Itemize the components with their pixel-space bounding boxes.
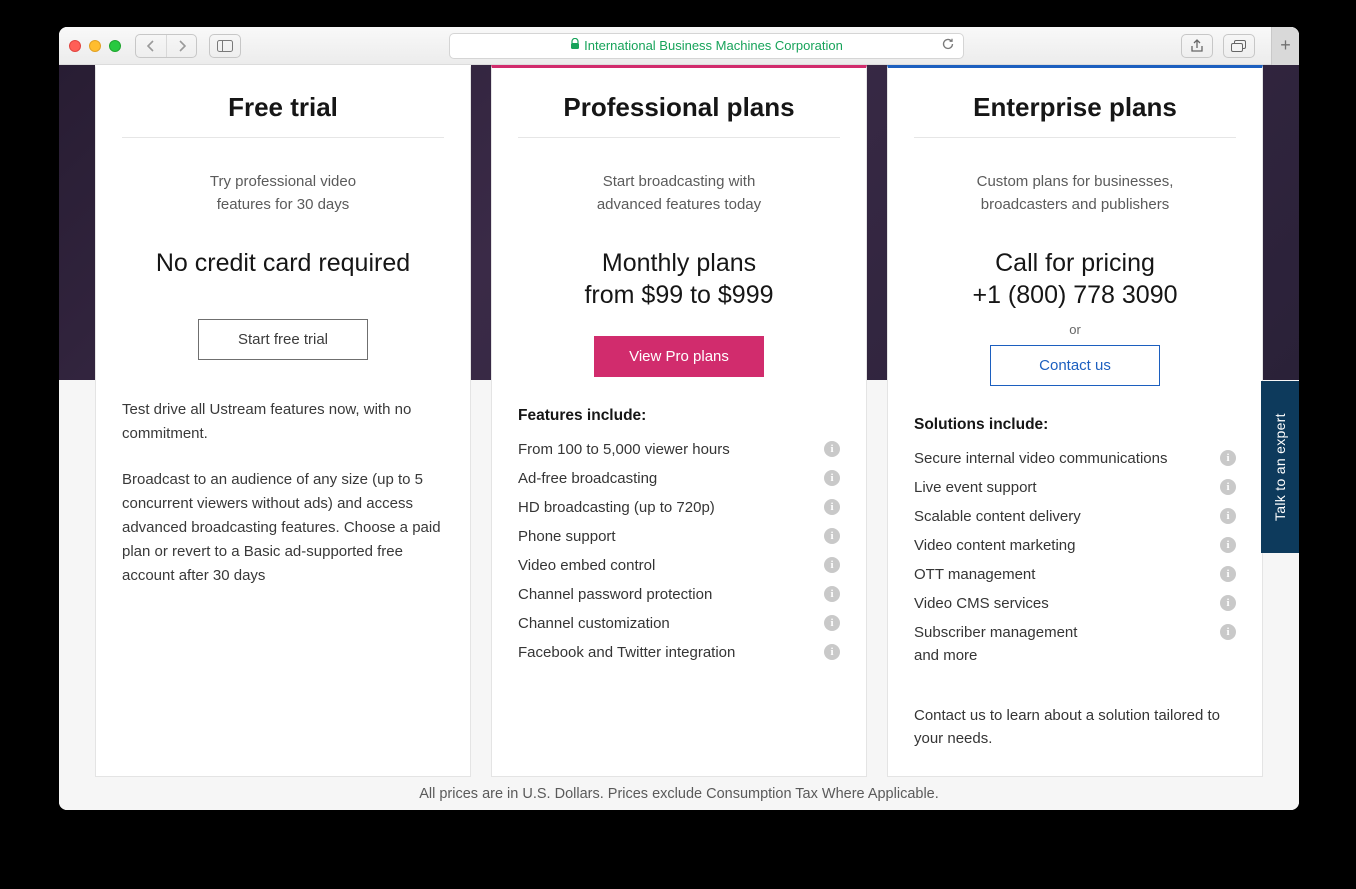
address-text: International Business Machines Corporat…: [584, 38, 843, 53]
info-icon[interactable]: i: [1220, 595, 1236, 611]
chevron-right-icon: [177, 40, 187, 52]
contact-us-button[interactable]: Contact us: [990, 345, 1160, 386]
or-label: or: [914, 322, 1236, 337]
reload-button[interactable]: [941, 37, 955, 54]
page: Free trial Try professional video featur…: [59, 65, 1299, 810]
tailored-note: Contact us to learn about a solution tai…: [914, 704, 1236, 751]
feature-item: Channel customizationi: [518, 609, 840, 638]
feature-item: Facebook and Twitter integrationi: [518, 638, 840, 667]
nav-buttons: [135, 34, 197, 58]
feature-item: From 100 to 5,000 viewer hoursi: [518, 435, 840, 464]
feature-item: Video content marketingi: [914, 531, 1236, 560]
minimize-window-button[interactable]: [89, 40, 101, 52]
feature-item: Phone supporti: [518, 522, 840, 551]
info-icon[interactable]: i: [1220, 479, 1236, 495]
new-tab-button[interactable]: +: [1271, 27, 1299, 65]
feature-item: Subscriber managementi: [914, 618, 1236, 647]
forward-button[interactable]: [166, 35, 196, 57]
plan-title: Enterprise plans: [914, 92, 1236, 138]
info-icon[interactable]: i: [824, 528, 840, 544]
plan-lead: Start broadcasting with advanced feature…: [518, 170, 840, 217]
address-bar[interactable]: International Business Machines Corporat…: [449, 33, 964, 59]
plan-lead: Try professional video features for 30 d…: [122, 170, 444, 217]
plan-description: Test drive all Ustream features now, wit…: [122, 398, 444, 588]
toolbar-right: +: [1181, 27, 1289, 65]
info-icon[interactable]: i: [1220, 508, 1236, 524]
back-button[interactable]: [136, 35, 166, 57]
pricing-disclaimer: All prices are in U.S. Dollars. Prices e…: [59, 786, 1299, 802]
close-window-button[interactable]: [69, 40, 81, 52]
plan-title: Professional plans: [518, 92, 840, 138]
talk-to-expert-tab[interactable]: Talk to an expert: [1261, 381, 1299, 553]
feature-item: Scalable content deliveryi: [914, 502, 1236, 531]
tabs-button[interactable]: [1223, 34, 1255, 58]
chevron-left-icon: [146, 40, 156, 52]
feature-item: Channel password protectioni: [518, 580, 840, 609]
info-icon[interactable]: i: [824, 499, 840, 515]
info-icon[interactable]: i: [1220, 537, 1236, 553]
info-icon[interactable]: i: [824, 644, 840, 660]
feature-item: Live event supporti: [914, 473, 1236, 502]
plus-icon: +: [1280, 35, 1291, 56]
plan-highlight: Call for pricing +1 (800) 778 3090: [914, 247, 1236, 312]
features-list-pro: From 100 to 5,000 viewer hoursi Ad-free …: [518, 435, 840, 667]
features-heading: Features include:: [518, 407, 840, 425]
zoom-window-button[interactable]: [109, 40, 121, 52]
feature-item: Video embed controli: [518, 551, 840, 580]
plan-lead: Custom plans for businesses, broadcaster…: [914, 170, 1236, 217]
reload-icon: [941, 37, 955, 51]
and-more-label: and more: [914, 647, 1236, 664]
info-icon[interactable]: i: [824, 557, 840, 573]
view-pro-plans-button[interactable]: View Pro plans: [594, 336, 764, 377]
window-controls: [69, 40, 121, 52]
plan-card-enterprise: Enterprise plans Custom plans for busine…: [887, 65, 1263, 777]
info-icon[interactable]: i: [1220, 450, 1236, 466]
share-icon: [1190, 39, 1204, 53]
lock-icon: [570, 38, 580, 53]
feature-item: Video CMS servicesi: [914, 589, 1236, 618]
info-icon[interactable]: i: [1220, 566, 1236, 582]
sidebar-toggle-button[interactable]: [209, 34, 241, 58]
plan-highlight: No credit card required: [122, 247, 444, 280]
plan-highlight: Monthly plans from $99 to $999: [518, 247, 840, 312]
feature-item: Secure internal video communicationsi: [914, 444, 1236, 473]
sidebar-icon: [217, 40, 233, 52]
plan-card-professional: Professional plans Start broadcasting wi…: [491, 65, 867, 777]
info-icon[interactable]: i: [824, 615, 840, 631]
features-heading: Solutions include:: [914, 416, 1236, 434]
share-button[interactable]: [1181, 34, 1213, 58]
info-icon[interactable]: i: [824, 441, 840, 457]
feature-item: OTT managementi: [914, 560, 1236, 589]
titlebar: International Business Machines Corporat…: [59, 27, 1299, 65]
info-icon[interactable]: i: [1220, 624, 1236, 640]
features-list-enterprise: Secure internal video communicationsi Li…: [914, 444, 1236, 647]
plan-card-free: Free trial Try professional video featur…: [95, 65, 471, 777]
info-icon[interactable]: i: [824, 586, 840, 602]
pricing-cards: Free trial Try professional video featur…: [95, 65, 1263, 777]
start-free-trial-button[interactable]: Start free trial: [198, 319, 368, 360]
feature-item: Ad-free broadcastingi: [518, 464, 840, 493]
feature-item: HD broadcasting (up to 720p)i: [518, 493, 840, 522]
tabs-icon: [1231, 40, 1247, 52]
info-icon[interactable]: i: [824, 470, 840, 486]
plan-title: Free trial: [122, 92, 444, 138]
browser-window: International Business Machines Corporat…: [59, 27, 1299, 810]
